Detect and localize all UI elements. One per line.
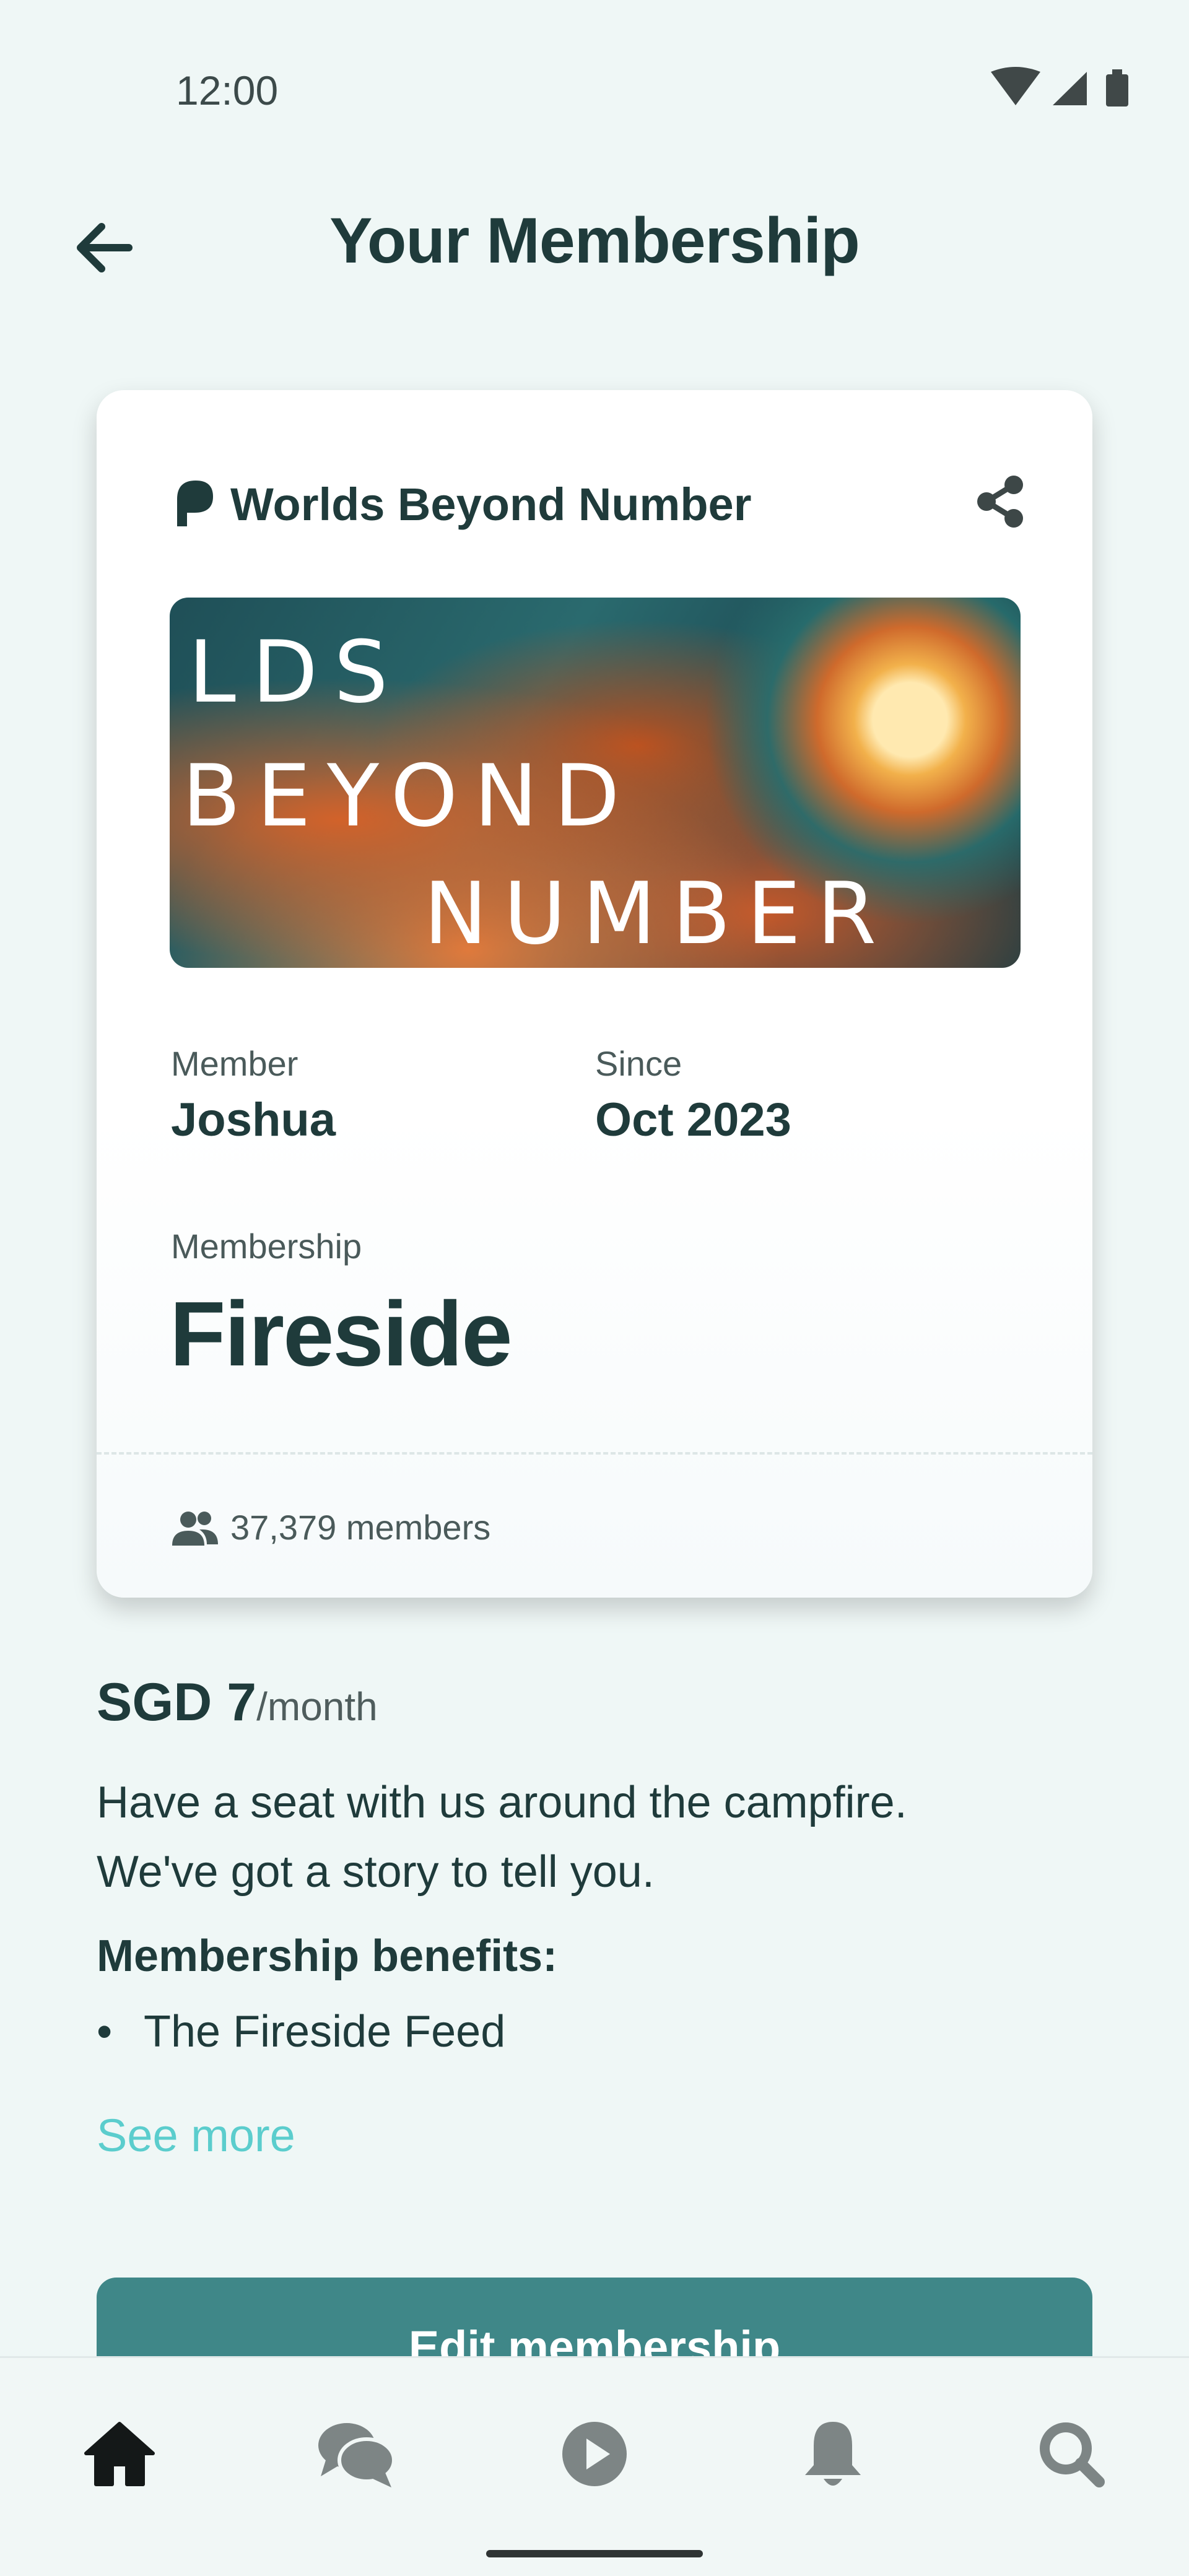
member-name: Joshua: [171, 1094, 336, 1146]
benefit-label: The Fireside Feed: [144, 2007, 506, 2056]
card-divider: [97, 1452, 1092, 1455]
tier-name: Fireside: [170, 1283, 513, 1385]
membership-label: Membership: [171, 1227, 362, 1266]
benefits-title: Membership benefits:: [97, 1931, 558, 1981]
since-label: Since: [595, 1044, 682, 1083]
home-indicator: [486, 2550, 703, 2557]
share-button[interactable]: [970, 471, 1032, 533]
benefit-item: • The Fireside Feed: [97, 2006, 505, 2057]
see-more-link[interactable]: See more: [97, 2109, 295, 2162]
status-icons: [991, 67, 1133, 110]
header: Your Membership: [0, 186, 1189, 310]
bottom-nav: [0, 2356, 1189, 2576]
search-icon: [1040, 2422, 1105, 2487]
members-count: 37,379 members: [230, 1508, 491, 1547]
creator-banner-image: LDS BEYOND NUMBER: [170, 598, 1021, 968]
membership-card: Worlds Beyond Number LDS BEYOND NUMBER M…: [97, 390, 1092, 1598]
bullet: •: [97, 2007, 113, 2056]
banner-text-line: LDS: [188, 622, 404, 722]
page-title: Your Membership: [329, 205, 860, 277]
creator-name[interactable]: Worlds Beyond Number: [230, 478, 752, 531]
cell-signal-icon: [1053, 72, 1087, 105]
play-icon: [562, 2422, 627, 2486]
description-line: We've got a story to tell you.: [97, 1847, 655, 1897]
share-icon: [977, 476, 1023, 528]
tier-description: Have a seat with us around the campfire.…: [97, 1768, 1100, 1907]
nav-search[interactable]: [1025, 2408, 1118, 2500]
nav-chat[interactable]: [310, 2408, 403, 2500]
banner-text-line: BEYOND: [182, 746, 636, 846]
status-bar: 12:00: [0, 0, 1189, 130]
nav-notifications[interactable]: [786, 2408, 879, 2500]
price: SGD 7/month: [97, 1672, 378, 1733]
status-time: 12:00: [176, 67, 279, 113]
wifi-icon: [991, 67, 1040, 105]
description-line: Have a seat with us around the campfire.: [97, 1778, 907, 1827]
banner-text-line: NUMBER: [424, 864, 893, 964]
home-icon: [84, 2422, 155, 2486]
nav-play[interactable]: [548, 2408, 641, 2500]
member-label: Member: [171, 1044, 298, 1083]
bell-icon: [805, 2422, 861, 2486]
nav-home[interactable]: [73, 2408, 166, 2500]
membership-screen: 12:00 Your Membership Worlds Beyond Numb…: [0, 0, 1189, 2576]
chat-icon: [318, 2423, 396, 2487]
price-amount: SGD 7: [97, 1673, 257, 1732]
creator-row: Worlds Beyond Number: [171, 464, 1032, 530]
price-period: /month: [256, 1684, 378, 1729]
patreon-logo-icon: [177, 481, 213, 526]
since-date: Oct 2023: [595, 1094, 791, 1146]
people-icon: [172, 1512, 218, 1546]
battery-icon: [1106, 69, 1128, 107]
